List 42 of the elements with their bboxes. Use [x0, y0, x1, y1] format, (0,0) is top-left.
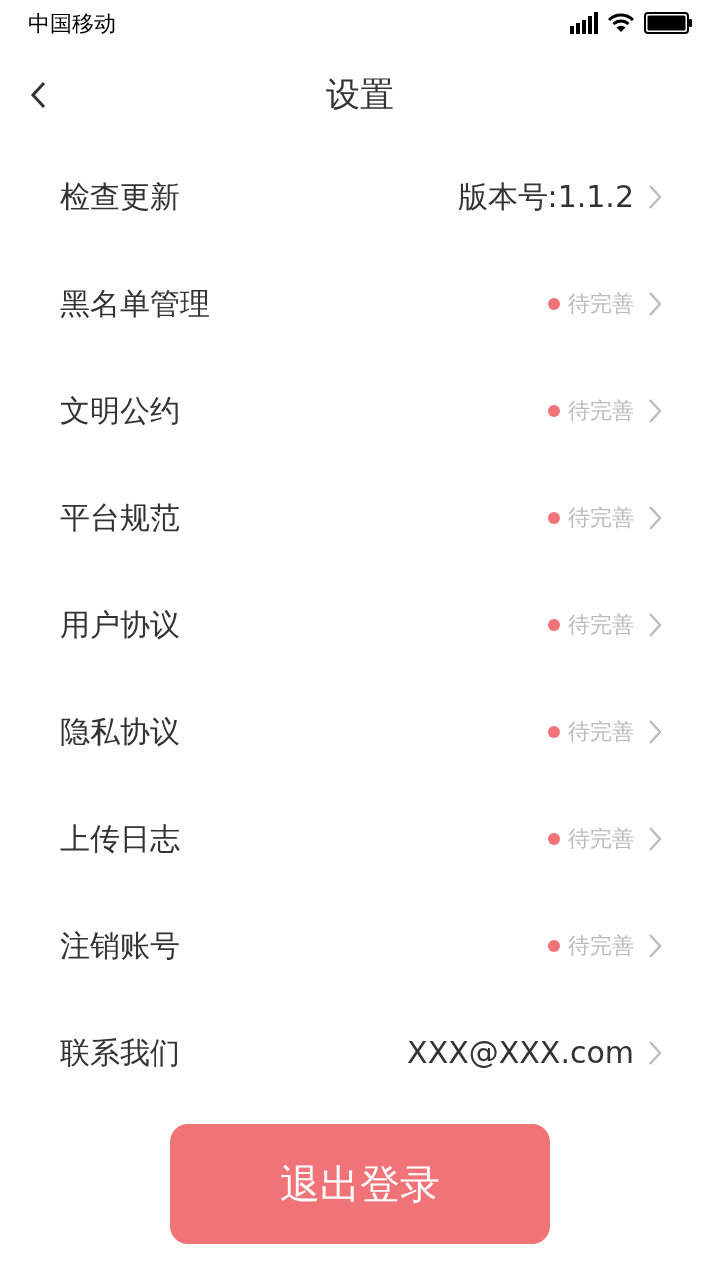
- row-label: 联系我们: [60, 1034, 181, 1072]
- row-label: 平台规范: [60, 499, 181, 537]
- battery-icon: [644, 12, 692, 34]
- row-label: 上传日志: [60, 820, 181, 858]
- settings-row[interactable]: 文明公约 待完善: [0, 357, 720, 464]
- chevron-right-icon: [648, 504, 662, 531]
- wifi-icon: [608, 13, 634, 33]
- row-label: 文明公约: [60, 392, 181, 430]
- row-label: 注销账号: [60, 927, 181, 965]
- chevron-right-icon: [648, 932, 662, 959]
- settings-row[interactable]: 平台规范 待完善: [0, 464, 720, 571]
- settings-row[interactable]: 注销账号 待完善: [0, 892, 720, 999]
- row-status: 待完善: [568, 504, 634, 532]
- chevron-right-icon: [648, 825, 662, 852]
- back-icon: [30, 80, 46, 109]
- settings-row[interactable]: 黑名单管理 待完善: [0, 250, 720, 357]
- row-value: XXX@XXX.com: [407, 1034, 634, 1072]
- chevron-right-icon: [648, 718, 662, 745]
- settings-row[interactable]: 用户协议 待完善: [0, 571, 720, 678]
- carrier-name: 中国移动: [28, 9, 116, 38]
- signal-icon: [570, 12, 598, 34]
- row-label: 隐私协议: [60, 713, 181, 751]
- chevron-right-icon: [648, 397, 662, 424]
- chevron-right-icon: [648, 1039, 662, 1066]
- row-label: 用户协议: [60, 606, 181, 644]
- chevron-right-icon: [648, 611, 662, 638]
- row-label: 检查更新: [60, 178, 181, 216]
- chevron-right-icon: [648, 290, 662, 317]
- row-status: 待完善: [568, 290, 634, 318]
- settings-row[interactable]: 联系我们 XXX@XXX.com: [0, 999, 720, 1106]
- row-status: 待完善: [568, 825, 634, 853]
- row-status: 待完善: [568, 932, 634, 960]
- settings-row[interactable]: 检查更新 版本号:1.1.2: [0, 143, 720, 250]
- page-title: 设置: [326, 73, 394, 116]
- chevron-right-icon: [648, 183, 662, 210]
- row-status: 待完善: [568, 397, 634, 425]
- row-status: 待完善: [568, 611, 634, 639]
- settings-row[interactable]: 隐私协议 待完善: [0, 678, 720, 785]
- row-status: 待完善: [568, 718, 634, 746]
- settings-row[interactable]: 上传日志 待完善: [0, 785, 720, 892]
- row-label: 黑名单管理: [60, 285, 211, 323]
- row-value: 版本号:1.1.2: [457, 178, 634, 216]
